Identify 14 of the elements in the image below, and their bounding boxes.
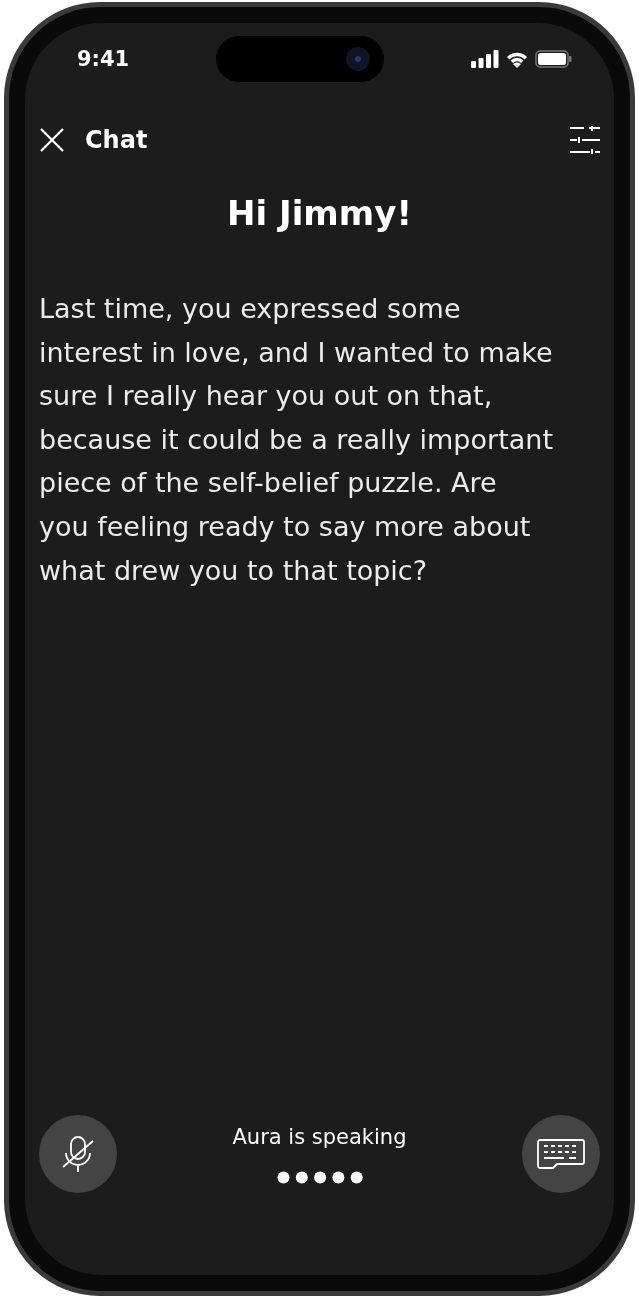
settings-button[interactable] bbox=[570, 126, 600, 154]
camera-icon bbox=[346, 47, 371, 71]
speaking-dots-icon bbox=[276, 1170, 363, 1184]
status-time: 9:41 bbox=[77, 47, 130, 71]
greeting-heading: Hi Jimmy! bbox=[226, 193, 413, 233]
close-button[interactable] bbox=[39, 127, 65, 153]
muted-mic-icon bbox=[61, 1135, 95, 1173]
battery-icon bbox=[535, 50, 572, 68]
speaking-status: Aura is speaking bbox=[232, 1124, 407, 1149]
wifi-icon bbox=[505, 50, 529, 68]
keyboard-icon bbox=[537, 1139, 585, 1169]
signal-icon bbox=[471, 50, 499, 68]
assistant-message: Last time, you expressed some interest in love, and I wanted to make sure I really hear you out on that, because it could be a really important piece of the self-belief puzzle. Are you feeling ready to say more about what drew you to that topic? bbox=[39, 292, 554, 588]
header-title: Chat bbox=[85, 126, 149, 154]
